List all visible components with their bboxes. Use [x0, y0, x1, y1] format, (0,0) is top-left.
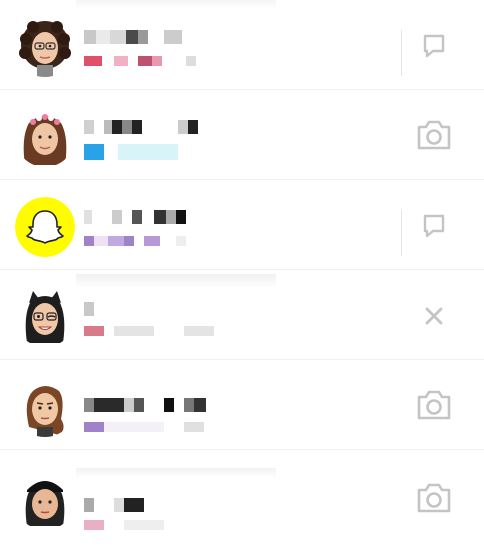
winking-cat-ears-bitmoji	[15, 287, 75, 347]
dismiss-button[interactable]	[408, 294, 460, 338]
conversation-row[interactable]	[0, 90, 484, 180]
name-redacted	[84, 120, 198, 134]
chat-bubble-icon	[423, 34, 445, 58]
conversation-status	[84, 180, 85, 181]
avatar[interactable]	[15, 107, 75, 167]
chat-button[interactable]	[408, 24, 460, 68]
status-redacted	[84, 236, 186, 246]
avatar[interactable]	[15, 197, 75, 257]
conversation-row[interactable]	[0, 450, 484, 548]
avatar[interactable]	[15, 287, 75, 347]
top-fade	[76, 274, 276, 288]
name-redacted	[84, 210, 186, 224]
camera-icon	[417, 483, 451, 513]
black-cap-bitmoji	[15, 470, 75, 530]
conversation-row[interactable]	[0, 180, 484, 270]
camera-icon	[417, 390, 451, 420]
flower-crown-bitmoji	[15, 107, 75, 167]
conversation-status	[84, 450, 85, 451]
status-redacted	[84, 326, 214, 336]
status-redacted	[84, 422, 204, 432]
name-redacted	[84, 398, 206, 412]
brown-hair-bitmoji	[15, 377, 75, 437]
name-redacted	[84, 498, 144, 512]
conversation-row[interactable]	[0, 0, 484, 90]
curly-dark-hair-bitmoji	[15, 17, 75, 77]
chat-button[interactable]	[408, 204, 460, 248]
camera-button[interactable]	[408, 476, 460, 520]
status-redacted	[84, 520, 164, 530]
avatar[interactable]	[15, 470, 75, 530]
conversation-status	[84, 90, 85, 91]
conversation-status	[84, 0, 85, 1]
chat-bubble-icon	[423, 214, 445, 238]
conversation-row[interactable]	[0, 270, 484, 360]
status-redacted	[84, 56, 196, 66]
status-redacted	[84, 144, 178, 160]
row-divider	[401, 210, 402, 256]
top-fade	[76, 0, 276, 8]
name-redacted	[84, 30, 182, 44]
snapchat-ghost-logo	[15, 197, 75, 257]
conversation-list	[0, 0, 484, 548]
camera-button[interactable]	[408, 383, 460, 427]
avatar[interactable]	[15, 17, 75, 77]
avatar[interactable]	[15, 377, 75, 437]
name-redacted	[84, 302, 94, 316]
top-fade	[76, 468, 276, 478]
conversation-status	[84, 360, 85, 361]
row-divider	[401, 30, 402, 76]
close-icon	[425, 307, 443, 325]
camera-icon	[417, 120, 451, 150]
camera-button[interactable]	[408, 113, 460, 157]
conversation-row[interactable]	[0, 360, 484, 450]
conversation-status	[84, 270, 85, 271]
